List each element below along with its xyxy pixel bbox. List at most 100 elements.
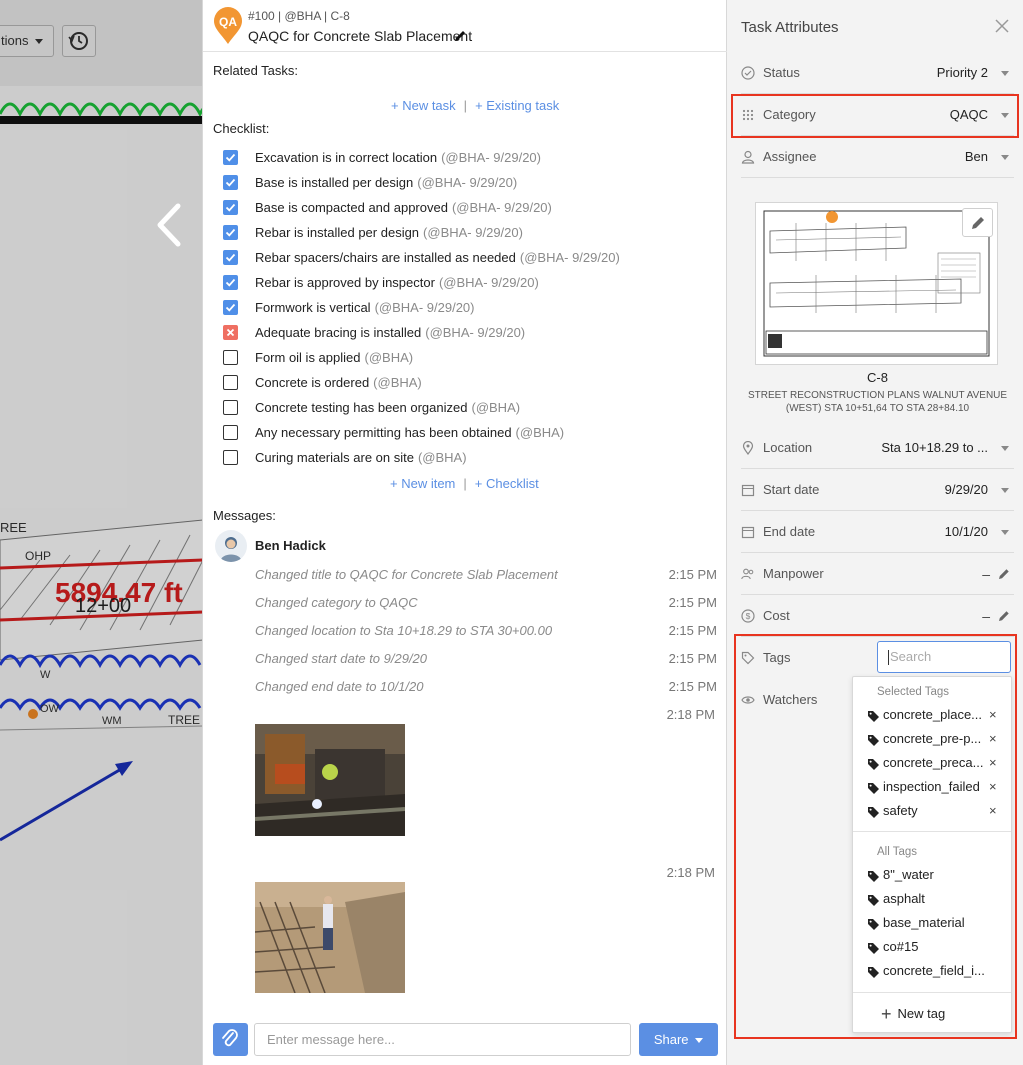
task-title[interactable]: QAQC for Concrete Slab Placement bbox=[248, 28, 472, 44]
selected-tag-item[interactable]: concrete_place... × bbox=[867, 707, 1007, 727]
tags-dropdown: Selected Tags concrete_place... × concrete… bbox=[852, 676, 1012, 1033]
failed-checkbox[interactable] bbox=[223, 325, 238, 340]
remove-tag-icon[interactable]: × bbox=[989, 731, 997, 746]
checklist-item[interactable]: Any necessary permitting has been obtain… bbox=[223, 420, 713, 445]
new-item-link[interactable]: + New item bbox=[390, 476, 455, 491]
assignee-field[interactable]: Assignee Ben bbox=[741, 136, 1014, 178]
manpower-label: Manpower bbox=[763, 566, 824, 581]
location-field[interactable]: Location Sta 10+18.29 to ... bbox=[741, 427, 1014, 469]
x-icon bbox=[226, 328, 235, 337]
assignee-label: Assignee bbox=[763, 149, 817, 164]
tag-icon bbox=[868, 735, 879, 746]
checklist-checkbox[interactable] bbox=[223, 450, 238, 465]
checklist-checkbox[interactable] bbox=[223, 175, 238, 190]
cost-field[interactable]: $ Cost – bbox=[741, 595, 1014, 637]
checklist-item-meta: (@BHA) bbox=[417, 450, 467, 465]
checklist-item[interactable]: Excavation is in correct location (@BHA- … bbox=[223, 145, 713, 170]
attached-photo[interactable] bbox=[255, 882, 405, 993]
remove-tag-icon[interactable]: × bbox=[989, 803, 997, 818]
pencil-icon[interactable] bbox=[998, 610, 1010, 622]
pencil-icon[interactable] bbox=[998, 568, 1010, 580]
checklist-checkbox[interactable] bbox=[223, 150, 238, 165]
selected-tag-item[interactable]: concrete_preca... × bbox=[867, 755, 1007, 775]
checklist-item-text: Excavation is in correct location bbox=[255, 150, 438, 165]
checklist-item-meta: (@BHA- 9/29/20) bbox=[519, 250, 620, 265]
edit-title-pencil-icon[interactable] bbox=[453, 29, 467, 43]
share-button[interactable]: Share bbox=[639, 1023, 718, 1056]
checklist-item[interactable]: Base is compacted and approved (@BHA- 9/2… bbox=[223, 195, 713, 220]
checklist-checkbox[interactable] bbox=[223, 425, 238, 440]
pencil-icon bbox=[972, 217, 984, 229]
checklist-item-meta: (@BHA- 9/29/20) bbox=[441, 150, 541, 165]
message-time: 2:18 PM bbox=[666, 865, 715, 880]
checklist-item-text: Rebar is installed per design bbox=[255, 225, 420, 240]
tag-option[interactable]: asphalt bbox=[867, 891, 1007, 911]
checklist-item[interactable]: Form oil is applied (@BHA) bbox=[223, 345, 713, 370]
checklist-item[interactable]: Rebar spacers/chairs are installed as ne… bbox=[223, 245, 713, 270]
checklist-item[interactable]: Concrete testing has been organized (@BHA… bbox=[223, 395, 713, 420]
activity-line: Changed title to QAQC for Concrete Slab … bbox=[255, 567, 717, 587]
selected-tag-item[interactable]: inspection_failed × bbox=[867, 779, 1007, 799]
chevron-down-icon bbox=[1001, 71, 1009, 76]
attached-photo[interactable] bbox=[255, 724, 405, 836]
checklist-item[interactable]: Rebar is approved by inspector (@BHA- 9/2… bbox=[223, 270, 713, 295]
checklist-checkbox[interactable] bbox=[223, 225, 238, 240]
checklist-checkbox[interactable] bbox=[223, 300, 238, 315]
end-date-field[interactable]: End date 10/1/20 bbox=[741, 511, 1014, 553]
category-field[interactable]: Category QAQC bbox=[741, 94, 1014, 136]
tag-option[interactable]: co#15 bbox=[867, 939, 1007, 959]
checklist-item-text: Any necessary permitting has been obtain… bbox=[255, 425, 512, 440]
checklist-item[interactable]: Curing materials are on site (@BHA) bbox=[223, 445, 713, 470]
checklist-item[interactable]: Adequate bracing is installed (@BHA- 9/29… bbox=[223, 320, 713, 345]
attach-button[interactable] bbox=[213, 1023, 248, 1056]
user-icon bbox=[741, 150, 755, 164]
new-task-link[interactable]: + New task bbox=[391, 98, 456, 113]
manpower-field[interactable]: Manpower – bbox=[741, 553, 1014, 595]
checklist-checkbox[interactable] bbox=[223, 200, 238, 215]
remove-tag-icon[interactable]: × bbox=[989, 707, 997, 722]
manpower-value: – bbox=[982, 566, 990, 582]
end-date-label: End date bbox=[763, 524, 816, 539]
tag-option[interactable]: concrete_field_i... bbox=[867, 963, 1007, 983]
remove-tag-icon[interactable]: × bbox=[989, 755, 997, 770]
activity-time: 2:15 PM bbox=[668, 651, 717, 666]
location-label: Location bbox=[763, 440, 813, 455]
checklist-checkbox[interactable] bbox=[223, 350, 238, 365]
new-tag-button[interactable]: + New tag bbox=[881, 1004, 945, 1025]
message-input[interactable]: Enter message here... bbox=[254, 1023, 631, 1056]
location-value: Sta 10+18.29 to ... bbox=[881, 440, 988, 455]
tag-name: concrete_place... bbox=[883, 707, 983, 722]
tag-option[interactable]: 8"_water bbox=[867, 867, 1007, 887]
checklist-item[interactable]: Concrete is ordered (@BHA) bbox=[223, 370, 713, 395]
checklist-item-meta: (@BHA) bbox=[364, 350, 414, 365]
previous-arrow-icon[interactable] bbox=[150, 200, 190, 250]
selected-tag-item[interactable]: safety × bbox=[867, 803, 1007, 823]
edit-sheet-button[interactable] bbox=[962, 208, 993, 237]
selected-tag-item[interactable]: concrete_pre-p... × bbox=[867, 731, 1007, 751]
chevron-down-icon bbox=[1001, 155, 1009, 160]
checklist-checkbox[interactable] bbox=[223, 375, 238, 390]
drawing-background: tions 5894.47 ft 12+00 REE OHP W OW WM T… bbox=[0, 0, 203, 1065]
checklist-checkbox[interactable] bbox=[223, 400, 238, 415]
tags-search-input[interactable]: Search bbox=[877, 641, 1011, 673]
checklist-item[interactable]: Base is installed per design (@BHA- 9/29/… bbox=[223, 170, 713, 195]
tag-option[interactable]: base_material bbox=[867, 915, 1007, 935]
chevron-down-icon bbox=[1001, 488, 1009, 493]
close-icon[interactable] bbox=[994, 18, 1010, 34]
checklist-item-meta: (@BHA- 9/29/20) bbox=[374, 300, 475, 315]
new-checklist-link[interactable]: + Checklist bbox=[475, 476, 539, 491]
svg-text:$: $ bbox=[746, 611, 751, 621]
remove-tag-icon[interactable]: × bbox=[989, 779, 997, 794]
activity-line: Changed start date to 9/29/20 2:15 PM bbox=[255, 651, 717, 671]
messages-label: Messages: bbox=[213, 508, 276, 523]
caret-down-icon bbox=[695, 1038, 704, 1044]
checklist-item-meta: (@BHA) bbox=[471, 400, 521, 415]
checklist-item[interactable]: Formwork is vertical (@BHA- 9/29/20) bbox=[223, 295, 713, 320]
checklist-item[interactable]: Rebar is installed per design (@BHA- 9/29… bbox=[223, 220, 713, 245]
checklist-checkbox[interactable] bbox=[223, 275, 238, 290]
start-date-field[interactable]: Start date 9/29/20 bbox=[741, 469, 1014, 511]
status-field[interactable]: Status Priority 2 bbox=[741, 52, 1014, 94]
eye-icon bbox=[741, 696, 755, 704]
checklist-checkbox[interactable] bbox=[223, 250, 238, 265]
existing-task-link[interactable]: + Existing task bbox=[475, 98, 559, 113]
